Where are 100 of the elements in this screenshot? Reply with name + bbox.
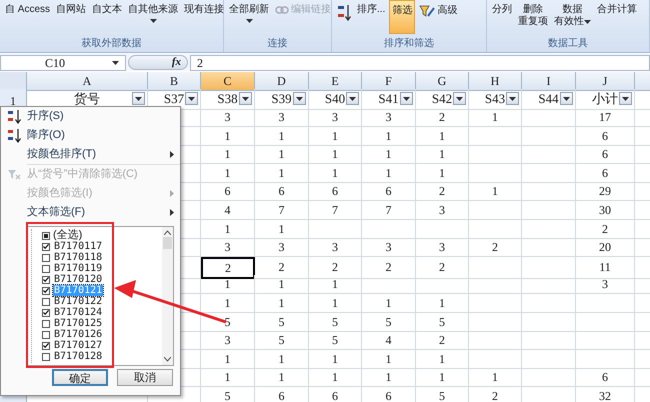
table-cell: 5: [309, 312, 362, 332]
table-cell: 20: [576, 238, 635, 258]
menu-item[interactable]: 降序(O): [1, 126, 180, 145]
table-cell: 2: [201, 256, 255, 279]
table-cell: 1: [255, 164, 309, 183]
checkbox[interactable]: [42, 276, 50, 284]
header-cell: S44: [522, 89, 576, 110]
formula-field[interactable]: 2: [190, 54, 650, 70]
checkbox-label: B7170125: [53, 318, 104, 329]
table-cell: [309, 220, 362, 239]
table-cell: [522, 182, 576, 202]
column-header[interactable]: E: [309, 72, 362, 91]
column-header[interactable]: H: [469, 72, 522, 91]
scroll-down-icon[interactable]: [164, 357, 171, 362]
scroll-up-icon[interactable]: [164, 230, 171, 235]
table-cell: 7: [255, 200, 309, 220]
ribbon-button[interactable]: 自 Access: [3, 0, 52, 16]
ribbon-button[interactable]: 自网站: [54, 0, 88, 16]
dialog-button[interactable]: 取消: [117, 369, 173, 386]
table-cell: 3: [201, 331, 255, 350]
table-cell: 6: [255, 386, 309, 402]
checkbox[interactable]: [42, 352, 50, 360]
table-cell: 1: [309, 275, 362, 294]
checkbox[interactable]: [42, 342, 50, 350]
ribbon-button[interactable]: 合并计算: [595, 0, 639, 16]
column-header[interactable]: D: [255, 72, 309, 91]
ribbon-button[interactable]: 数据 有效性: [552, 0, 593, 28]
table-cell: 3: [309, 238, 362, 258]
checkbox[interactable]: [42, 286, 50, 294]
table-cell: 1: [255, 275, 309, 294]
table-cell: 1: [309, 368, 362, 388]
scroll-thumb[interactable]: [163, 237, 172, 249]
checkbox[interactable]: [42, 298, 50, 306]
column-header[interactable]: G: [416, 72, 469, 91]
checkbox-label: B7170128: [53, 351, 104, 362]
column-header[interactable]: A: [27, 72, 148, 91]
checkbox[interactable]: [42, 320, 50, 328]
table-cell: [522, 145, 576, 164]
table-cell: 1: [255, 294, 309, 313]
filter-dropdown-button[interactable]: [132, 92, 145, 105]
table-cell: 5: [362, 312, 416, 332]
filter-dropdown-button[interactable]: [185, 92, 198, 105]
table-cell: 1: [255, 350, 309, 369]
checkbox[interactable]: [42, 264, 50, 272]
filter-dropdown-button[interactable]: [453, 92, 466, 105]
header-cell: 小计: [576, 89, 635, 110]
ribbon-button[interactable]: 现有连接: [182, 0, 226, 16]
filter-dropdown-button[interactable]: [293, 92, 306, 105]
menu-item[interactable]: 升序(S): [1, 107, 180, 126]
table-cell: 1: [362, 294, 416, 313]
filter-dropdown-button[interactable]: [619, 92, 632, 105]
caret-icon: [246, 19, 252, 23]
ribbon-button[interactable]: 自文本: [90, 0, 124, 16]
column-header[interactable]: I: [522, 72, 576, 91]
checkbox-label: B7170127: [53, 340, 104, 351]
ribbon-button[interactable]: 删除 重复项: [516, 0, 550, 28]
checkbox[interactable]: [42, 254, 50, 262]
group-label: 排序和筛选: [383, 36, 435, 51]
chain-icon: [275, 6, 289, 14]
name-box[interactable]: C10: [0, 54, 126, 70]
column-header[interactable]: J: [576, 72, 635, 91]
ribbon-button[interactable]: 全部刷新: [227, 0, 271, 23]
checkbox[interactable]: [42, 232, 50, 240]
column-header[interactable]: F: [362, 72, 416, 91]
ribbon-button[interactable]: 筛选: [389, 0, 416, 34]
menu-item[interactable]: 按颜色排序(T): [1, 145, 180, 164]
column-header[interactable]: B: [148, 72, 201, 91]
caret-icon: [349, 96, 356, 100]
table-cell: [469, 331, 522, 350]
sort-ascending-icon: [8, 110, 20, 124]
table-cell: 1: [469, 182, 522, 202]
ribbon-button[interactable]: 高级: [417, 0, 460, 18]
filter-dropdown-button[interactable]: [239, 92, 252, 105]
filter-dropdown-button[interactable]: [506, 92, 519, 105]
table-cell: 5: [201, 386, 255, 402]
ribbon-button[interactable]: 分列: [490, 0, 514, 16]
table-cell: 1: [255, 368, 309, 388]
table-cell: 7: [309, 200, 362, 220]
table-cell: [522, 220, 576, 239]
table-cell: 1: [201, 164, 255, 183]
scrollbar[interactable]: [162, 227, 173, 365]
column-header[interactable]: C: [201, 72, 255, 91]
table-cell: [522, 312, 576, 332]
dialog-button[interactable]: 确定: [52, 369, 108, 386]
checkbox[interactable]: [42, 242, 50, 250]
table-cell: 17: [576, 108, 635, 127]
table-cell: 2: [362, 256, 416, 279]
table-cell: [522, 108, 576, 127]
checkbox[interactable]: [42, 308, 50, 316]
checkbox-label: B7170118: [53, 252, 104, 263]
fx-button[interactable]: fx: [128, 55, 188, 70]
ribbon-button[interactable]: 自其他来源: [126, 0, 180, 23]
ribbon-button[interactable]: 排序...: [355, 0, 388, 16]
menu-item[interactable]: 文本筛选(F): [1, 203, 180, 222]
filter-dropdown-button[interactable]: [346, 92, 359, 105]
filter-dropdown-button[interactable]: [400, 92, 413, 105]
table-cell: [522, 294, 576, 313]
checkbox[interactable]: [42, 330, 50, 338]
filter-dropdown-button[interactable]: [560, 92, 573, 105]
caret-icon: [150, 19, 157, 23]
